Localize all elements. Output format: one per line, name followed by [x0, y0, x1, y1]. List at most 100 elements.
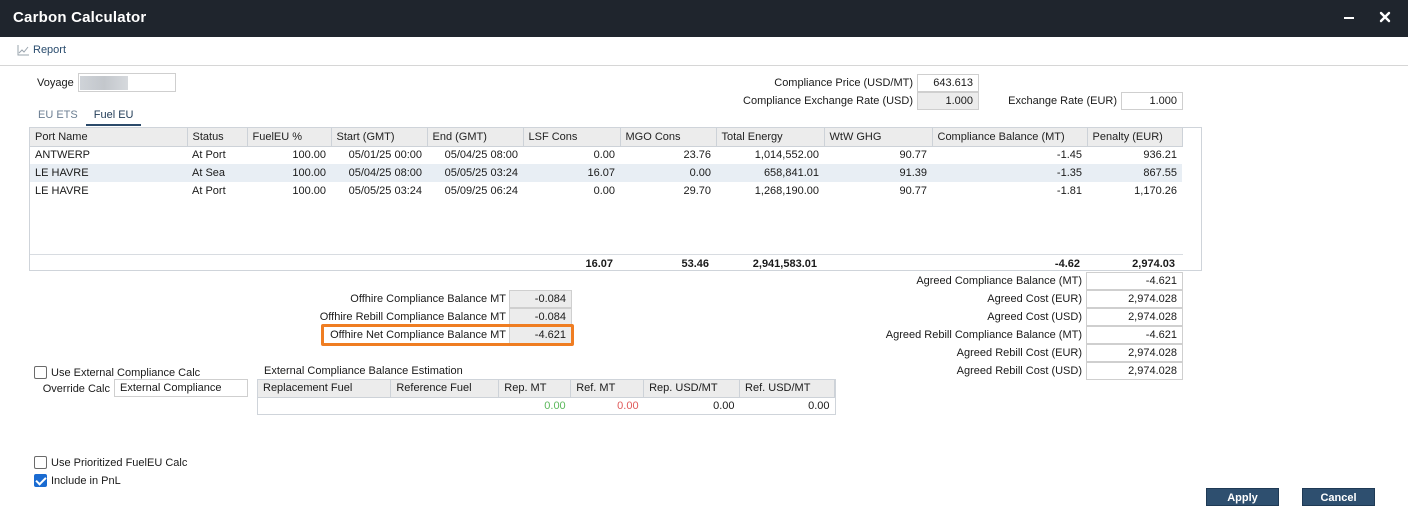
agreed-rebill-cost-eur-input[interactable]: 2,974.028 [1086, 344, 1183, 362]
agreed-balance-input[interactable]: -4.621 [1086, 272, 1183, 290]
ghg-cell: 91.39 [824, 164, 932, 182]
compliance-price-label: Compliance Price (USD/MT) [774, 77, 913, 89]
energy-cell: 1,268,190.00 [754, 185, 819, 197]
penalty-cell: 867.55 [1087, 164, 1182, 182]
ref-usd-cell: 0.00 [808, 400, 830, 413]
agreed-rebill-balance-input[interactable]: -4.621 [1086, 326, 1183, 344]
column-header[interactable]: Ref. MT [570, 380, 645, 398]
status-cell: At Sea [187, 164, 247, 182]
agreed-rebill-cost-usd-input[interactable]: 2,974.028 [1086, 362, 1183, 380]
use-external-label: Use External Compliance Calc [51, 366, 201, 379]
table-row[interactable]: LE HAVRE At Sea 100.00 05/04/25 08:00 05… [30, 164, 1182, 182]
agreed-cost-usd-label: Agreed Cost (USD) [987, 311, 1082, 323]
agreed-cost-eur-input[interactable]: 2,974.028 [1086, 290, 1183, 308]
balance-cell: -1.81 [1056, 185, 1082, 197]
ghg-cell: 90.77 [899, 149, 927, 162]
title-bar: Carbon Calculator [0, 0, 1408, 37]
report-label: Report [33, 44, 67, 56]
total-balance: -4.62 [1054, 258, 1080, 270]
status-cell: At Port [192, 149, 226, 162]
fuel-eu-grid: Port Name Status FuelEU % Start (GMT) En… [29, 127, 1202, 271]
use-prioritized-checkbox[interactable]: Use Prioritized FuelEU Calc [34, 456, 187, 469]
column-header[interactable]: Start (GMT) [331, 128, 428, 147]
port-name-cell: LE HAVRE [35, 185, 89, 197]
column-header[interactable]: Total Energy [716, 128, 825, 147]
mgo-cell: 29.70 [683, 185, 711, 197]
report-button[interactable]: Report [17, 44, 66, 56]
column-header[interactable]: Reference Fuel [390, 380, 500, 398]
total-lsf: 16.07 [585, 258, 613, 270]
lsf-cell: 0.00 [593, 185, 615, 197]
start-cell: 05/05/25 03:24 [348, 185, 422, 197]
replacement-fuel-cell [258, 397, 391, 415]
port-name-cell: ANTWERP [35, 149, 90, 162]
checkbox-box[interactable] [34, 474, 47, 487]
agreed-balance-label: Agreed Compliance Balance (MT) [916, 275, 1082, 287]
table-row[interactable]: LE HAVRE At Port 100.00 05/05/25 03:24 0… [30, 182, 1182, 200]
balance-cell: -1.35 [932, 164, 1087, 182]
estimation-grid: Replacement Fuel Reference Fuel Rep. MT … [257, 379, 836, 415]
column-header[interactable]: FuelEU % [247, 128, 332, 147]
exchange-rate-label: Exchange Rate (EUR) [1008, 95, 1117, 107]
column-header[interactable]: Rep. MT [498, 380, 572, 398]
override-calc-select[interactable]: External Compliance [114, 379, 248, 397]
agreed-cost-eur-label: Agreed Cost (EUR) [987, 293, 1082, 305]
close-icon[interactable] [1378, 10, 1392, 24]
tab-eu-ets[interactable]: EU ETS [30, 106, 86, 126]
use-external-checkbox[interactable]: Use External Compliance Calc [34, 366, 200, 379]
exchange-rate-input[interactable]: 1.000 [1121, 92, 1183, 110]
offhire-balance-value: -0.084 [509, 290, 572, 308]
agreed-cost-usd-input[interactable]: 2,974.028 [1086, 308, 1183, 326]
include-pnl-checkbox[interactable]: Include in PnL [34, 474, 121, 487]
column-header[interactable]: WtW GHG [824, 128, 933, 147]
fueleu-pct-cell: 100.00 [292, 185, 326, 197]
column-header[interactable]: Status [187, 128, 248, 147]
total-energy: 2,941,583.01 [752, 258, 817, 270]
ghg-cell: 90.77 [899, 185, 927, 197]
column-header[interactable]: Replacement Fuel [258, 380, 392, 398]
tab-fuel-eu[interactable]: Fuel EU [85, 106, 142, 126]
table-row[interactable]: ANTWERP At Port 100.00 05/01/25 00:00 05… [30, 146, 1182, 164]
mgo-cell: 23.76 [683, 149, 711, 162]
compliance-price-input[interactable]: 643.613 [917, 74, 979, 92]
compliance-fx-label: Compliance Exchange Rate (USD) [743, 95, 913, 107]
start-cell: 05/04/25 08:00 [331, 164, 427, 182]
reference-fuel-cell [391, 397, 499, 415]
totals-row: 16.07 53.46 2,941,583.01 -4.62 2,974.03 [30, 254, 1183, 271]
cancel-button[interactable]: Cancel [1302, 488, 1375, 506]
table-row[interactable]: 0.00 0.00 0.00 0.00 [258, 397, 835, 415]
use-prioritized-label: Use Prioritized FuelEU Calc [51, 456, 188, 469]
lsf-cell: 16.07 [523, 164, 620, 182]
column-header[interactable]: Rep. USD/MT [643, 380, 741, 398]
estimation-title: External Compliance Balance Estimation [264, 365, 463, 377]
column-header[interactable]: MGO Cons [620, 128, 717, 147]
agreed-rebill-balance-label: Agreed Rebill Compliance Balance (MT) [885, 329, 1082, 341]
checkbox-box[interactable] [34, 456, 47, 469]
port-name-cell: LE HAVRE [30, 164, 187, 182]
include-pnl-label: Include in PnL [51, 474, 121, 487]
column-header[interactable]: End (GMT) [427, 128, 524, 147]
tab-bar: EU ETS Fuel EU [30, 106, 142, 126]
offhire-rebill-label: Offhire Rebill Compliance Balance MT [319, 311, 506, 323]
balance-cell: -1.45 [1056, 149, 1082, 162]
compliance-fx-value: 1.000 [917, 92, 979, 110]
column-header[interactable]: Ref. USD/MT [739, 380, 835, 398]
column-header[interactable]: LSF Cons [523, 128, 621, 147]
toolbar: Report [0, 37, 1408, 66]
window-title: Carbon Calculator [13, 9, 147, 26]
lsf-cell: 0.00 [593, 149, 615, 162]
column-header[interactable]: Compliance Balance (MT) [932, 128, 1088, 147]
offhire-balance-label: Offhire Compliance Balance MT [350, 293, 506, 305]
penalty-cell: 1,170.26 [1134, 185, 1177, 197]
column-header[interactable]: Port Name [30, 128, 188, 147]
fueleu-pct-cell: 100.00 [247, 164, 331, 182]
column-header[interactable]: Penalty (EUR) [1087, 128, 1183, 147]
energy-cell: 658,841.01 [716, 164, 824, 182]
mgo-cell: 0.00 [620, 164, 716, 182]
apply-button[interactable]: Apply [1206, 488, 1279, 506]
end-cell: 05/04/25 08:00 [444, 149, 518, 162]
checkbox-box[interactable] [34, 366, 47, 379]
minimize-icon[interactable] [1342, 10, 1356, 24]
status-cell: At Port [192, 185, 226, 197]
voyage-redacted-value [80, 76, 128, 90]
